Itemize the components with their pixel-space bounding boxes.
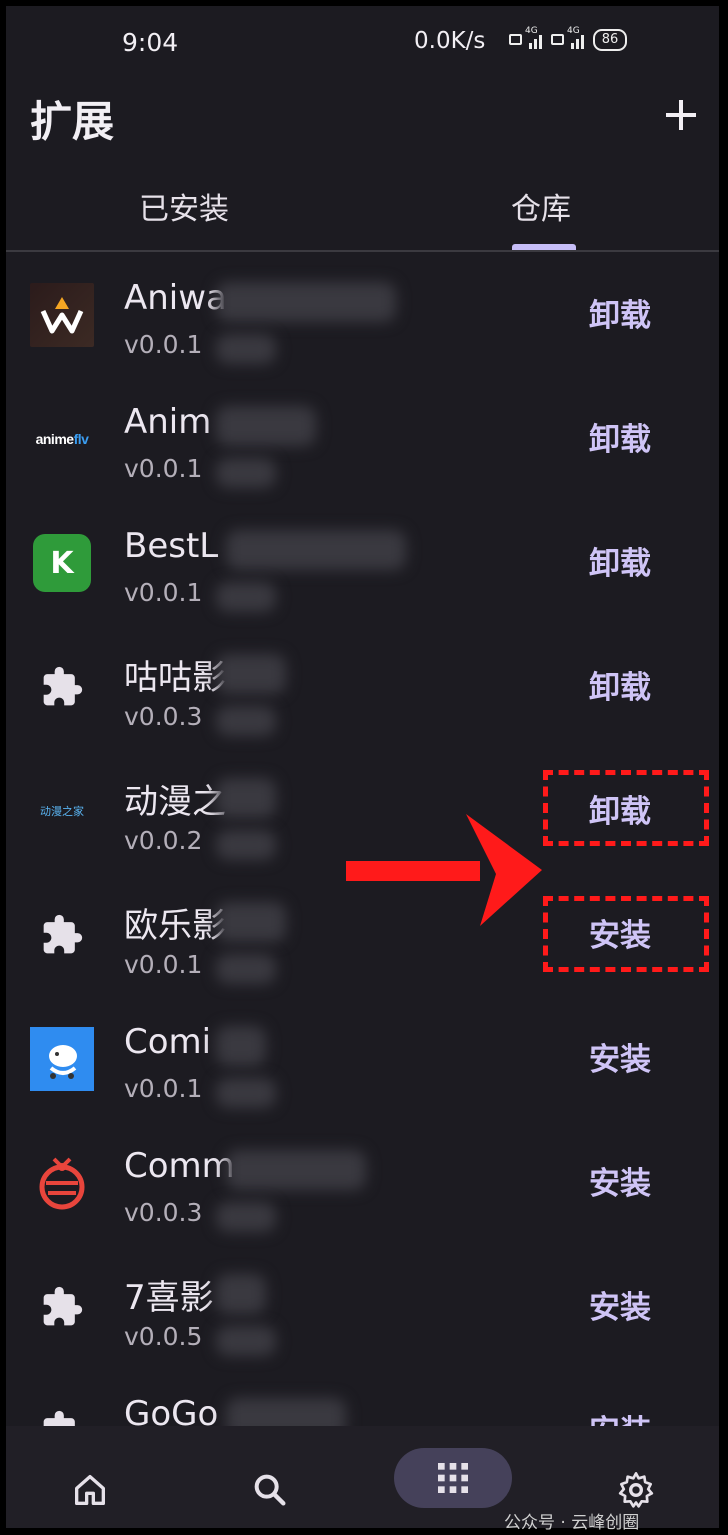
gear-icon — [618, 1472, 654, 1508]
annotation-box-install — [543, 896, 709, 972]
extension-name: 动漫之 — [124, 782, 226, 822]
comi-logo — [30, 1027, 94, 1091]
nav-search[interactable] — [246, 1466, 294, 1514]
blurred-text — [216, 902, 286, 942]
extension-name: GoGo — [124, 1394, 219, 1427]
puzzle-icon — [30, 903, 94, 967]
page-title: 扩展 — [30, 97, 115, 146]
animeflv-logo: animeflv — [30, 407, 94, 471]
blurred-text — [216, 334, 276, 364]
uninstall-button[interactable]: 卸载 — [572, 664, 668, 712]
watermark: 公众号 · 云峰创圈 — [504, 1513, 640, 1533]
blurred-text — [226, 530, 406, 570]
extension-version: v0.0.1 — [124, 454, 203, 483]
extension-name: Aniwa — [124, 278, 227, 318]
blurred-text — [216, 778, 276, 818]
list-item[interactable]: animeflv Anim v0.0.1 卸载 — [6, 376, 719, 500]
signal-icon: 4G — [509, 26, 545, 52]
uninstall-button[interactable]: 卸载 — [572, 416, 668, 464]
list-item[interactable]: Comm v0.0.3 安装 — [6, 1120, 719, 1244]
plus-icon — [666, 100, 696, 130]
extension-version: v0.0.5 — [124, 1322, 203, 1351]
battery-icon: 86 — [593, 29, 627, 51]
install-button[interactable]: 安装 — [572, 1408, 668, 1427]
install-button[interactable]: 安装 — [572, 1036, 668, 1084]
tab-bar: 已安装 仓库 — [6, 172, 719, 252]
logo-text: anime — [35, 431, 74, 447]
extension-name: Comi — [124, 1022, 212, 1062]
list-item[interactable]: Comi v0.0.1 安装 — [6, 996, 719, 1120]
extension-version: v0.0.2 — [124, 826, 203, 855]
blurred-text — [216, 830, 276, 860]
status-time: 9:04 — [122, 28, 179, 57]
blurred-text — [216, 1326, 276, 1356]
extension-name: 咕咕影 — [124, 658, 226, 698]
blurred-text — [226, 1398, 346, 1427]
extension-name: Comm — [124, 1146, 235, 1186]
blurred-text — [216, 582, 276, 612]
puzzle-icon — [30, 1399, 94, 1427]
list-item[interactable]: Aniwa v0.0.1 卸载 — [6, 252, 719, 376]
list-item[interactable]: K BestL v0.0.1 卸载 — [6, 500, 719, 624]
nav-extensions[interactable] — [394, 1448, 512, 1508]
comm-logo — [30, 1151, 94, 1215]
extension-version: v0.0.3 — [124, 1198, 203, 1227]
extension-version: v0.0.1 — [124, 1074, 203, 1103]
blurred-text — [216, 1202, 276, 1232]
blurred-text — [216, 706, 276, 736]
blurred-text — [216, 1274, 266, 1314]
extension-name: 7喜影 — [124, 1278, 214, 1318]
blurred-text — [226, 1150, 366, 1190]
extension-version: v0.0.1 — [124, 330, 203, 359]
blurred-text — [216, 1026, 266, 1066]
tab-repository[interactable]: 仓库 — [363, 172, 719, 250]
blurred-text — [216, 282, 396, 322]
phone-screen: 9:04 0.0K/s 4G 4G 86 扩展 已安装 仓库 Aniwa v0.… — [6, 6, 719, 1528]
tab-indicator — [512, 244, 576, 250]
search-icon — [254, 1474, 286, 1506]
uninstall-button[interactable]: 卸载 — [572, 292, 668, 340]
uninstall-button[interactable]: 卸载 — [572, 540, 668, 588]
aniwave-logo — [30, 283, 94, 347]
list-item[interactable]: GoGo 安装 — [6, 1368, 719, 1427]
logo-text: flv — [73, 431, 89, 447]
extension-version: v0.0.1 — [124, 950, 203, 979]
network-speed: 0.0K/s — [414, 28, 486, 54]
home-icon — [75, 1475, 106, 1505]
install-button[interactable]: 安装 — [572, 1160, 668, 1208]
puzzle-icon — [30, 1275, 94, 1339]
blurred-text — [216, 654, 286, 694]
arrow-right-icon — [346, 814, 542, 926]
extension-name: BestL — [124, 526, 219, 566]
blurred-text — [216, 1078, 276, 1108]
blurred-text — [216, 954, 276, 984]
annotation-box-uninstall — [543, 770, 709, 846]
install-button[interactable]: 安装 — [572, 1284, 668, 1332]
blurred-text — [216, 458, 276, 488]
tab-installed[interactable]: 已安装 — [6, 172, 362, 250]
signal-icon: 4G — [551, 26, 587, 52]
extension-version: v0.0.1 — [124, 578, 203, 607]
dongman-logo: 动漫之家 — [40, 805, 84, 818]
add-extension-button[interactable] — [658, 92, 704, 138]
list-item[interactable]: 咕咕影 v0.0.3 卸载 — [6, 624, 719, 748]
extension-name: Anim — [124, 402, 212, 442]
extension-version: v0.0.3 — [124, 702, 203, 731]
status-bar: 9:04 0.0K/s 4G 4G 86 — [6, 6, 719, 70]
nav-home[interactable] — [66, 1466, 114, 1514]
grid-icon — [438, 1463, 468, 1493]
list-item[interactable]: 7喜影 v0.0.5 安装 — [6, 1244, 719, 1368]
status-icons: 4G 4G 86 — [509, 26, 627, 54]
extension-name: 欧乐影 — [124, 906, 226, 946]
nav-settings[interactable] — [612, 1466, 660, 1514]
blurred-text — [216, 406, 316, 446]
best-logo: K — [30, 531, 94, 595]
puzzle-icon — [30, 655, 94, 719]
